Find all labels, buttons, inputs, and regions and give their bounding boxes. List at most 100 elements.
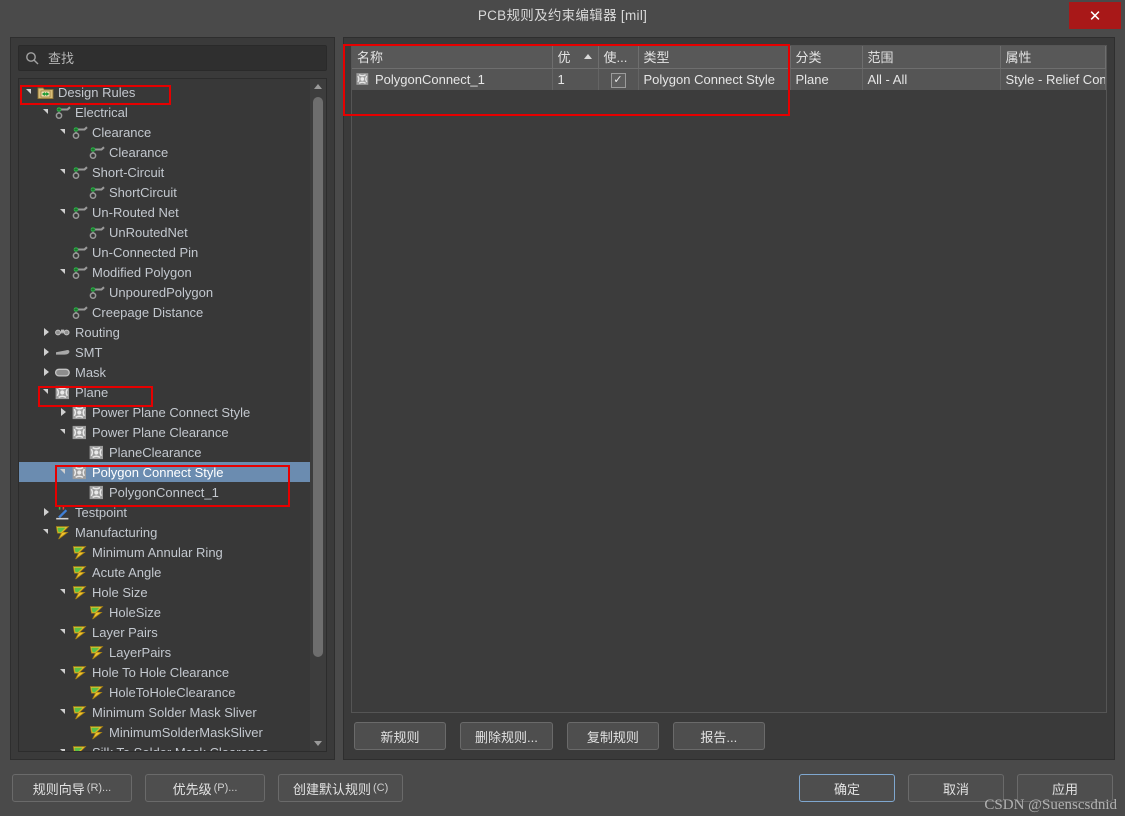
- column-header-2[interactable]: 使...: [598, 46, 639, 69]
- tree-item-short-circuit[interactable]: Short-Circuit: [19, 162, 310, 182]
- tree-item-label: HoleSize: [109, 604, 162, 620]
- chevron-down-icon[interactable]: [40, 105, 54, 119]
- tree-item-planeclearance[interactable]: PlaneClearance: [19, 442, 310, 462]
- plane-icon: [88, 485, 105, 500]
- create-default-rules-button[interactable]: 创建默认规则 (C): [278, 774, 404, 802]
- chevron-down-icon[interactable]: [57, 125, 71, 139]
- chevron-down-icon[interactable]: [57, 585, 71, 599]
- electrical-icon: [71, 165, 88, 180]
- cell-rule-name[interactable]: PolygonConnect_1: [352, 68, 553, 90]
- chevron-down-icon[interactable]: [40, 385, 54, 399]
- close-icon[interactable]: ✕: [1069, 2, 1121, 29]
- chevron-right-icon[interactable]: [40, 345, 54, 359]
- scroll-down-icon[interactable]: [310, 736, 326, 751]
- tree-item-holetoholeclearance[interactable]: HoleToHoleClearance: [19, 682, 310, 702]
- tree-scrollbar[interactable]: [310, 79, 326, 751]
- report-button[interactable]: 报告...: [672, 722, 765, 750]
- tree-item-clearance[interactable]: Clearance: [19, 122, 310, 142]
- apply-button[interactable]: 应用: [1017, 774, 1113, 802]
- plane-icon: [88, 445, 105, 460]
- tree-item-label: UnRoutedNet: [109, 224, 188, 240]
- footer-left-buttons: 规则向导 (R)... 优先级 (P)... 创建默认规则 (C): [12, 774, 404, 802]
- tree-item-polygonconnect-1[interactable]: PolygonConnect_1: [19, 482, 310, 502]
- chevron-down-icon[interactable]: [57, 205, 71, 219]
- chevron-down-icon[interactable]: [57, 425, 71, 439]
- tree-item-shortcircuit[interactable]: ShortCircuit: [19, 182, 310, 202]
- cell-priority[interactable]: 1: [552, 68, 599, 90]
- tree-item-minimum-annular-ring[interactable]: Minimum Annular Ring: [19, 542, 310, 562]
- tree-item-unpouredpolygon[interactable]: UnpouredPolygon: [19, 282, 310, 302]
- chevron-down-icon[interactable]: [57, 265, 71, 279]
- scrollbar-thumb[interactable]: [313, 97, 323, 657]
- tree-item-holesize[interactable]: HoleSize: [19, 602, 310, 622]
- table-body: PolygonConnect_1 1 ✓ Polygon Connect Style P…: [352, 68, 1106, 90]
- priorities-button[interactable]: 优先级 (P)...: [145, 774, 265, 802]
- tree-item-label: Minimum Annular Ring: [92, 544, 223, 560]
- enabled-checkbox[interactable]: ✓: [610, 72, 626, 88]
- chevron-right-icon[interactable]: [40, 325, 54, 339]
- tree-item-minimum-solder-mask-sliver[interactable]: Minimum Solder Mask Sliver: [19, 702, 310, 722]
- scroll-up-icon[interactable]: [310, 79, 326, 94]
- chevron-down-icon[interactable]: [57, 465, 71, 479]
- column-header-1[interactable]: 优: [552, 46, 599, 69]
- tree-item-power-plane-clearance[interactable]: Power Plane Clearance: [19, 422, 310, 442]
- delete-rule-button[interactable]: 删除规则...: [460, 722, 553, 750]
- tree-item-minimumsoldermasksliver[interactable]: MinimumSolderMaskSliver: [19, 722, 310, 742]
- duplicate-rule-button[interactable]: 复制规则: [566, 722, 659, 750]
- cancel-button[interactable]: 取消: [908, 774, 1004, 802]
- chevron-down-icon[interactable]: [57, 705, 71, 719]
- chevron-right-icon[interactable]: [40, 365, 54, 379]
- chevron-down-icon[interactable]: [57, 665, 71, 679]
- table-row[interactable]: PolygonConnect_1 1 ✓ Polygon Connect Style P…: [352, 68, 1106, 90]
- tree-item-modified-polygon[interactable]: Modified Polygon: [19, 262, 310, 282]
- search-input[interactable]: [46, 49, 320, 67]
- cell-enabled[interactable]: ✓: [598, 68, 639, 90]
- chevron-down-icon[interactable]: [57, 625, 71, 639]
- electrical-icon: [71, 265, 88, 280]
- tree-item-label: ShortCircuit: [109, 184, 177, 200]
- rules-tree-list[interactable]: Design Rules Electrical Clearance Clearance…: [19, 79, 310, 751]
- routing-icon: [54, 325, 71, 340]
- chevron-right-icon[interactable]: [57, 405, 71, 419]
- tree-item-hole-size[interactable]: Hole Size: [19, 582, 310, 602]
- tree-item-testpoint[interactable]: Testpoint: [19, 502, 310, 522]
- tree-item-electrical[interactable]: Electrical: [19, 102, 310, 122]
- tree-item-polygon-connect-style[interactable]: Polygon Connect Style: [19, 462, 310, 482]
- new-rule-button[interactable]: 新规则: [354, 722, 446, 750]
- tree-item-label: Hole Size: [92, 584, 148, 600]
- chevron-down-icon[interactable]: [40, 525, 54, 539]
- tree-item-acute-angle[interactable]: Acute Angle: [19, 562, 310, 582]
- rules-tree-pane: Design Rules Electrical Clearance Clearance…: [10, 37, 335, 760]
- tree-item-manufacturing[interactable]: Manufacturing: [19, 522, 310, 542]
- column-header-3[interactable]: 类型: [638, 46, 791, 69]
- tree-item-layer-pairs[interactable]: Layer Pairs: [19, 622, 310, 642]
- button-label: 确定: [833, 781, 860, 797]
- tree-item-creepage-distance[interactable]: Creepage Distance: [19, 302, 310, 322]
- column-header-5[interactable]: 范围: [862, 46, 1001, 69]
- tree-item-design-rules[interactable]: Design Rules: [19, 82, 310, 102]
- search-box[interactable]: [18, 45, 327, 71]
- column-header-0[interactable]: 名称: [352, 46, 553, 69]
- chevron-right-icon[interactable]: [40, 505, 54, 519]
- electrical-icon: [88, 185, 105, 200]
- ok-button[interactable]: 确定: [799, 774, 895, 802]
- chevron-down-icon[interactable]: [23, 85, 37, 99]
- chevron-down-icon[interactable]: [57, 745, 71, 751]
- tree-item-clearance[interactable]: Clearance: [19, 142, 310, 162]
- tree-item-routing[interactable]: Routing: [19, 322, 310, 342]
- tree-item-plane[interactable]: Plane: [19, 382, 310, 402]
- tree-item-mask[interactable]: Mask: [19, 362, 310, 382]
- tree-item-un-routed-net[interactable]: Un-Routed Net: [19, 202, 310, 222]
- rule-wizard-button[interactable]: 规则向导 (R)...: [12, 774, 132, 802]
- button-label: 新规则: [380, 729, 420, 745]
- tree-item-smt[interactable]: SMT: [19, 342, 310, 362]
- chevron-down-icon[interactable]: [57, 165, 71, 179]
- column-header-6[interactable]: 属性: [1000, 46, 1106, 69]
- tree-item-layerpairs[interactable]: LayerPairs: [19, 642, 310, 662]
- tree-item-power-plane-connect-style[interactable]: Power Plane Connect Style: [19, 402, 310, 422]
- tree-item-silk-to-solder-mask-clearance[interactable]: Silk To Solder Mask Clearance: [19, 742, 310, 751]
- tree-item-un-connected-pin[interactable]: Un-Connected Pin: [19, 242, 310, 262]
- tree-item-unroutednet[interactable]: UnRoutedNet: [19, 222, 310, 242]
- column-header-4[interactable]: 分类: [790, 46, 863, 69]
- tree-item-hole-to-hole-clearance[interactable]: Hole To Hole Clearance: [19, 662, 310, 682]
